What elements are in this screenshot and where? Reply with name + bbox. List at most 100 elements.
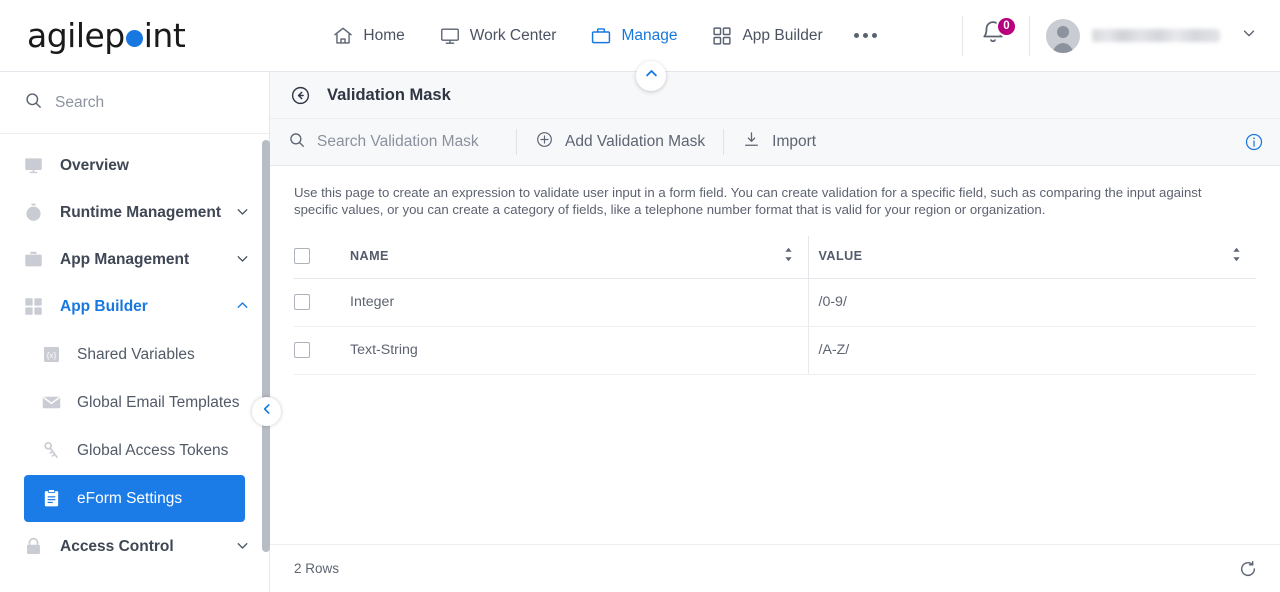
dot	[871, 33, 877, 38]
nav-item-app-builder[interactable]: App Builder	[694, 17, 839, 55]
avatar-head	[1057, 25, 1069, 38]
table-body: Integer /0-9/ Text-String /A-Z/	[294, 278, 1256, 375]
validation-mask-table: NAME VALUE Integer /0-9/ Text-String /A-…	[294, 236, 1256, 375]
collapse-header-button[interactable]	[636, 61, 666, 91]
avatar-body	[1051, 42, 1075, 53]
header-divider-2	[1029, 15, 1030, 56]
sidebar-scrollbar[interactable]	[262, 140, 270, 552]
header-divider	[962, 15, 963, 56]
row-select-cell	[294, 326, 340, 375]
sidebar-label-shared-variables: Shared Variables	[77, 345, 195, 363]
row-name-text: Text-String	[350, 342, 418, 358]
logo-dot-icon	[125, 30, 143, 47]
logo-text-part2: int	[143, 16, 186, 55]
sidebar-label-global-access-tokens: Global Access Tokens	[77, 441, 229, 459]
row-value-cell: /A-Z/	[808, 326, 1256, 375]
chevron-down-icon[interactable]	[234, 203, 251, 223]
search-icon	[288, 131, 306, 154]
content-panel: Use this page to create an expression to…	[270, 166, 1280, 592]
toolbar-divider-2	[723, 129, 725, 155]
table-row[interactable]: Integer /0-9/	[294, 278, 1256, 327]
add-validation-mask-button[interactable]: Add Validation Mask	[535, 127, 705, 157]
import-download-icon	[742, 130, 761, 154]
chevron-down-icon[interactable]	[234, 250, 251, 270]
sidebar-nav-list: Overview Runtime Management App Manageme…	[0, 134, 269, 570]
bell-icon	[979, 20, 1007, 52]
row-value-text: /0-9/	[818, 294, 847, 310]
agilepoint-logo[interactable]: agilep int	[0, 16, 260, 55]
row-checkbox[interactable]	[294, 342, 310, 358]
search-validation-mask-input[interactable]: Search Validation Mask	[288, 127, 498, 157]
rows-count-label: 2 Rows	[294, 561, 340, 576]
sidebar-item-shared-variables[interactable]: {x} Shared Variables	[24, 331, 245, 378]
sidebar-item-app-management[interactable]: App Management	[0, 236, 269, 283]
nav-label-work-center: Work Center	[469, 26, 557, 44]
nav-more-options-icon[interactable]	[840, 25, 891, 46]
sidebar-label-app-management: App Management	[60, 250, 190, 268]
app-root: agilep int Home Work Center Manage App B…	[0, 0, 1280, 592]
chevron-down-icon[interactable]	[234, 537, 251, 557]
top-header: agilep int Home Work Center Manage App B…	[0, 0, 1280, 72]
sidebar-search[interactable]	[0, 72, 269, 134]
sidebar-label-runtime-management: Runtime Management	[60, 203, 222, 221]
table-row[interactable]: Text-String /A-Z/	[294, 326, 1256, 375]
page-description: Use this page to create an expression to…	[270, 166, 1280, 228]
chart-board-icon	[22, 155, 44, 177]
variable-icon: {x}	[40, 344, 62, 366]
collapse-sidebar-button[interactable]	[252, 397, 281, 426]
chevron-up-icon	[644, 66, 659, 86]
sidebar-item-global-access-tokens[interactable]: Global Access Tokens	[24, 427, 245, 474]
nav-item-home[interactable]: Home	[315, 17, 421, 55]
logo-text-part1: agilep	[27, 16, 125, 55]
sidebar-item-runtime-management[interactable]: Runtime Management	[0, 189, 269, 236]
sidebar-item-eform-settings[interactable]: eForm Settings	[24, 475, 245, 522]
nav-label-home: Home	[363, 26, 405, 44]
avatar[interactable]	[1046, 18, 1080, 53]
sidebar-label-global-email-templates: Global Email Templates	[77, 393, 240, 411]
sort-toggle-icon[interactable]	[783, 247, 808, 265]
nav-item-manage[interactable]: Manage	[573, 17, 694, 55]
stopwatch-icon	[22, 202, 44, 224]
sidebar-item-global-email-templates[interactable]: Global Email Templates	[24, 379, 245, 426]
grid-icon	[711, 25, 733, 47]
sidebar-item-access-control[interactable]: Access Control	[0, 523, 269, 570]
sidebar: Overview Runtime Management	[0, 72, 281, 592]
row-value-text: /A-Z/	[818, 342, 850, 358]
row-select-cell	[294, 278, 340, 327]
info-icon[interactable]	[1244, 132, 1264, 152]
sidebar-label-access-control: Access Control	[60, 537, 174, 555]
envelope-icon	[40, 392, 62, 414]
notification-badge: 0	[996, 15, 1017, 37]
column-label-value: VALUE	[818, 249, 863, 263]
table-head: NAME VALUE	[294, 236, 1256, 279]
plus-circle-icon	[535, 130, 554, 154]
column-header-name[interactable]: NAME	[340, 236, 809, 279]
toolbar-divider	[516, 129, 517, 155]
user-menu-chevron-down-icon[interactable]	[1236, 20, 1262, 51]
page-header: Validation Mask	[270, 72, 1280, 119]
table-footer: 2 Rows	[270, 544, 1280, 592]
logo-text: agilep int	[27, 16, 186, 55]
sidebar-item-overview[interactable]: Overview	[0, 142, 269, 189]
sidebar-item-app-builder[interactable]: App Builder	[0, 283, 269, 330]
column-label-name: NAME	[350, 249, 389, 263]
refresh-icon[interactable]	[1238, 559, 1258, 579]
sort-toggle-icon[interactable]	[1231, 247, 1256, 265]
notifications-button[interactable]: 0	[979, 15, 1017, 54]
back-arrow-icon[interactable]	[290, 85, 311, 106]
row-checkbox[interactable]	[294, 294, 310, 310]
import-label: Import	[772, 133, 817, 150]
chevron-left-icon	[260, 402, 274, 421]
table-header-row: NAME VALUE	[294, 236, 1256, 279]
row-name-cell: Integer	[340, 278, 809, 327]
add-validation-mask-label: Add Validation Mask	[565, 133, 706, 150]
column-header-value[interactable]: VALUE	[808, 236, 1256, 279]
nav-item-work-center[interactable]: Work Center	[422, 17, 574, 55]
search-input[interactable]	[55, 93, 225, 112]
select-all-checkbox[interactable]	[294, 248, 310, 264]
select-all-header	[294, 236, 340, 279]
nav-label-manage: Manage	[621, 26, 678, 44]
chevron-up-icon[interactable]	[234, 297, 251, 317]
import-button[interactable]: Import	[742, 127, 816, 157]
row-name-text: Integer	[350, 294, 395, 310]
